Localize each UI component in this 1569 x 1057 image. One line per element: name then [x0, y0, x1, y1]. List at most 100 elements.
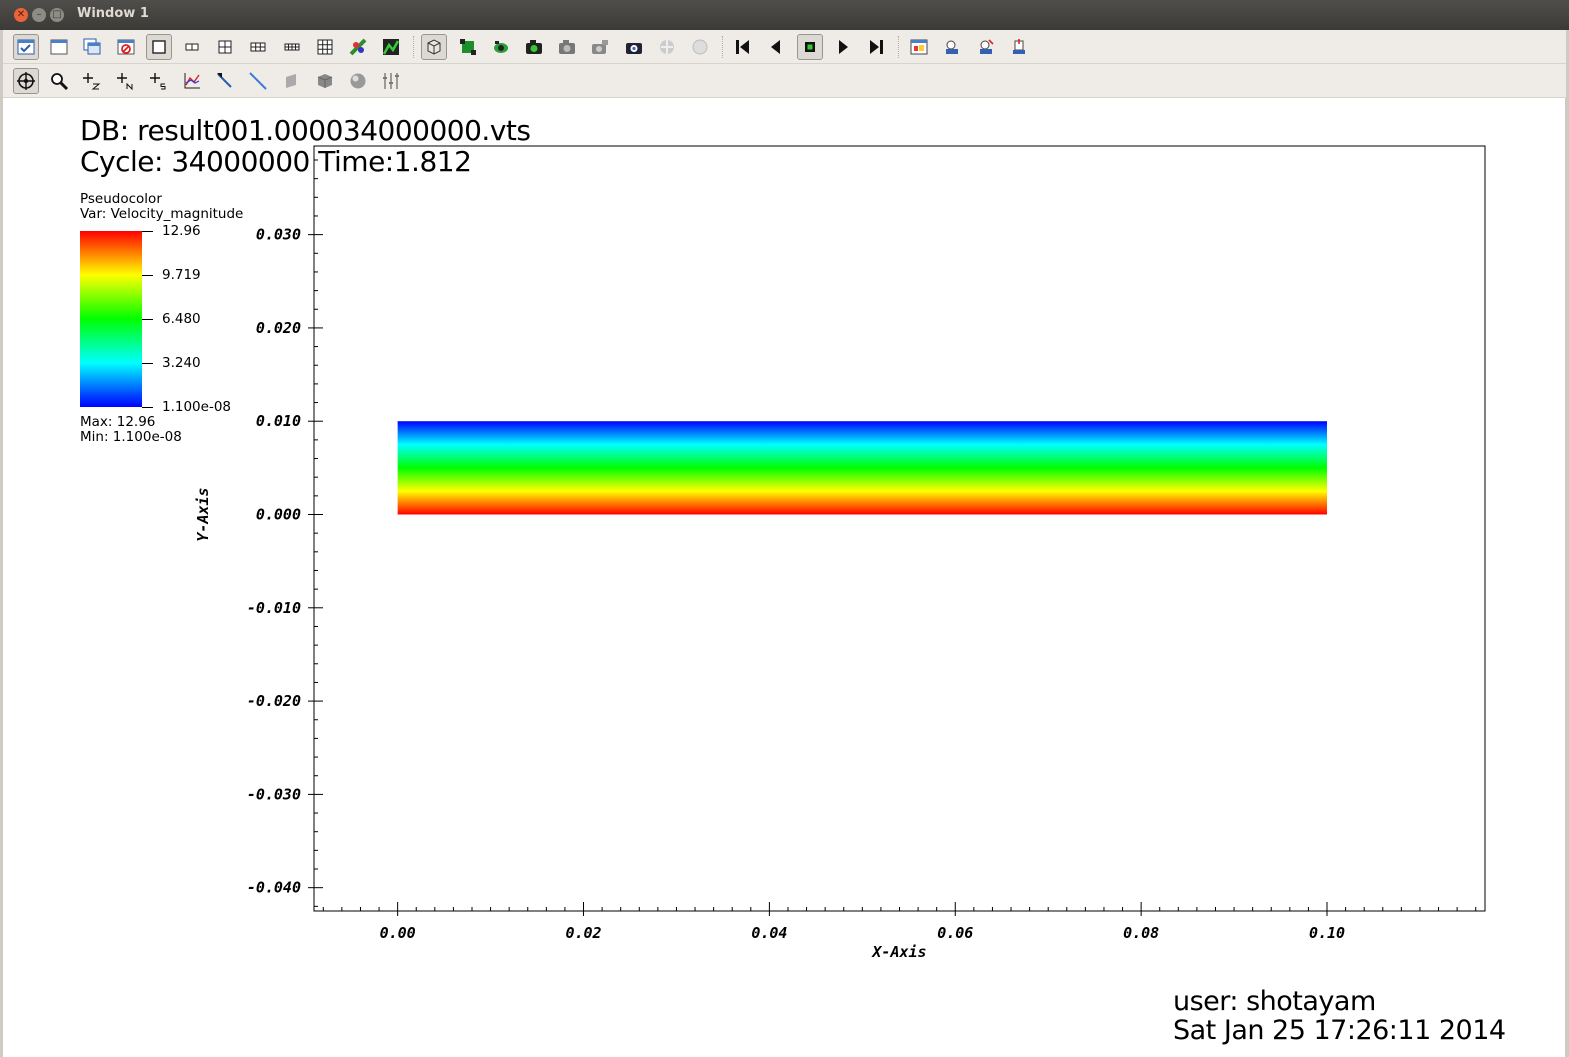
clear-plots-button[interactable]	[455, 34, 481, 60]
title-bar[interactable]: ✕ – □ Window 1	[0, 0, 1569, 30]
visualization-window[interactable]: 0.00 0.02 0.04 0.06 0.08 0.10 0.030 0.020 0.010 0…	[3, 98, 1565, 1057]
layout-1x1-button[interactable]	[145, 34, 172, 60]
plane-tool-button[interactable]	[279, 68, 305, 94]
delete-window-button[interactable]	[113, 34, 139, 60]
layout-2x3-button[interactable]	[245, 34, 271, 60]
export-icon	[1012, 39, 1025, 54]
toolbar-separator	[898, 36, 901, 58]
layout-2x4-icon	[284, 43, 300, 51]
line-tool-icon	[249, 72, 268, 90]
x-tick-label: 0.10	[1309, 924, 1345, 942]
toolbar-separator	[413, 36, 416, 58]
reset-view-button[interactable]	[488, 34, 514, 60]
delete-window-icon	[117, 39, 135, 55]
layout-2x2-icon	[218, 40, 232, 54]
y-tick-label: 0.020	[256, 319, 301, 337]
play-icon	[838, 40, 848, 54]
zone-pick-button[interactable]	[79, 68, 105, 94]
forward-step-button[interactable]	[863, 34, 889, 60]
layout-1x1-icon	[152, 40, 166, 54]
layout-3x3-button[interactable]	[312, 34, 338, 60]
navigate-mode-icon	[17, 72, 35, 90]
copy-attributes-button[interactable]	[621, 34, 647, 60]
zoom-mode-button[interactable]	[46, 68, 72, 94]
legend-tick-label: 3.240	[162, 355, 201, 371]
commands-button[interactable]	[906, 34, 932, 60]
maximize-icon[interactable]: □	[50, 8, 64, 22]
window-border-right	[1565, 30, 1569, 1057]
globe-button[interactable]	[687, 34, 713, 60]
clear-plots-icon	[459, 39, 476, 55]
export-button[interactable]	[1006, 34, 1032, 60]
save-settings-button[interactable]	[939, 34, 965, 60]
sliders-button[interactable]	[378, 68, 404, 94]
navigate-mode-button[interactable]	[13, 68, 39, 94]
active-window-icon	[17, 39, 35, 55]
zone-pick-icon	[83, 73, 101, 90]
sphere-tool-icon	[350, 73, 366, 89]
layout-2x2-button[interactable]	[212, 34, 238, 60]
new-window-button[interactable]	[46, 34, 72, 60]
lock-tools-icon	[659, 40, 674, 54]
save-image-button[interactable]	[521, 34, 547, 60]
y-tick-label: 0.000	[256, 506, 301, 524]
lock-tools-button[interactable]	[654, 34, 680, 60]
y-tick-label: -0.020	[247, 692, 301, 710]
box-tool-button[interactable]	[312, 68, 338, 94]
sphere-tool-button[interactable]	[345, 68, 371, 94]
lineout-icon	[217, 73, 232, 88]
reverse-step-icon	[736, 40, 750, 54]
lock-time-icon	[383, 39, 400, 55]
commands-icon	[910, 39, 928, 55]
copy-attributes-icon	[625, 43, 642, 54]
layout-2x4-button[interactable]	[279, 34, 305, 60]
stop-button[interactable]	[796, 34, 823, 60]
legend-tick-mark	[142, 231, 153, 232]
y-tick-label: -0.040	[247, 879, 301, 897]
legend-tick-mark	[142, 275, 153, 276]
window-title: Window 1	[77, 6, 149, 21]
clone-window-button[interactable]	[79, 34, 105, 60]
forward-step-icon	[870, 40, 883, 54]
import-button[interactable]	[973, 34, 999, 60]
node-pick-button[interactable]	[113, 68, 139, 94]
x-tick-label: 0.06	[937, 924, 973, 942]
legend-tick-label: 1.100e-08	[162, 399, 232, 415]
y-axis-label: Y-Axis	[194, 487, 212, 541]
node-pick-icon	[116, 73, 133, 91]
spin-button[interactable]	[421, 34, 448, 60]
lock-view-button[interactable]	[345, 34, 371, 60]
copy-view-button[interactable]	[554, 34, 580, 60]
copy-lighting-button[interactable]	[587, 34, 613, 60]
close-icon[interactable]: ✕	[14, 8, 28, 22]
stop-icon	[804, 42, 815, 52]
layout-3x3-icon	[317, 39, 333, 55]
active-window-button[interactable]	[13, 34, 39, 60]
user-annotation: user: shotayam	[1173, 986, 1376, 1017]
spin-icon	[427, 39, 441, 55]
x-tick-label: 0.04	[751, 924, 787, 942]
spreadsheet-pick-icon	[149, 73, 166, 90]
curve-pick-button[interactable]	[179, 68, 205, 94]
legend-variable: Var: Velocity_magnitude	[80, 206, 244, 222]
play-reverse-button[interactable]	[763, 34, 789, 60]
plot-area[interactable]: 0.00 0.02 0.04 0.06 0.08 0.10 0.030 0.020 0.010 0…	[3, 98, 1565, 1057]
play-reverse-icon	[771, 40, 781, 54]
reverse-step-button[interactable]	[730, 34, 756, 60]
copy-lighting-icon	[592, 40, 609, 54]
legend-colorbar	[80, 231, 142, 407]
minimize-icon[interactable]: –	[32, 8, 46, 22]
layout-1x2-button[interactable]	[179, 34, 205, 60]
y-tick-label: 0.030	[256, 226, 301, 244]
lineout-button[interactable]	[212, 68, 238, 94]
legend-title: Pseudocolor	[80, 191, 162, 207]
lock-view-icon	[349, 38, 367, 56]
layout-2x3-icon	[250, 42, 266, 52]
line-tool-button[interactable]	[245, 68, 271, 94]
spreadsheet-pick-button[interactable]	[146, 68, 172, 94]
legend-tick-label: 9.719	[162, 267, 201, 283]
x-tick-label: 0.00	[380, 924, 416, 942]
lock-time-button[interactable]	[378, 34, 404, 60]
play-button[interactable]	[830, 34, 856, 60]
legend-tick-mark	[142, 407, 153, 408]
